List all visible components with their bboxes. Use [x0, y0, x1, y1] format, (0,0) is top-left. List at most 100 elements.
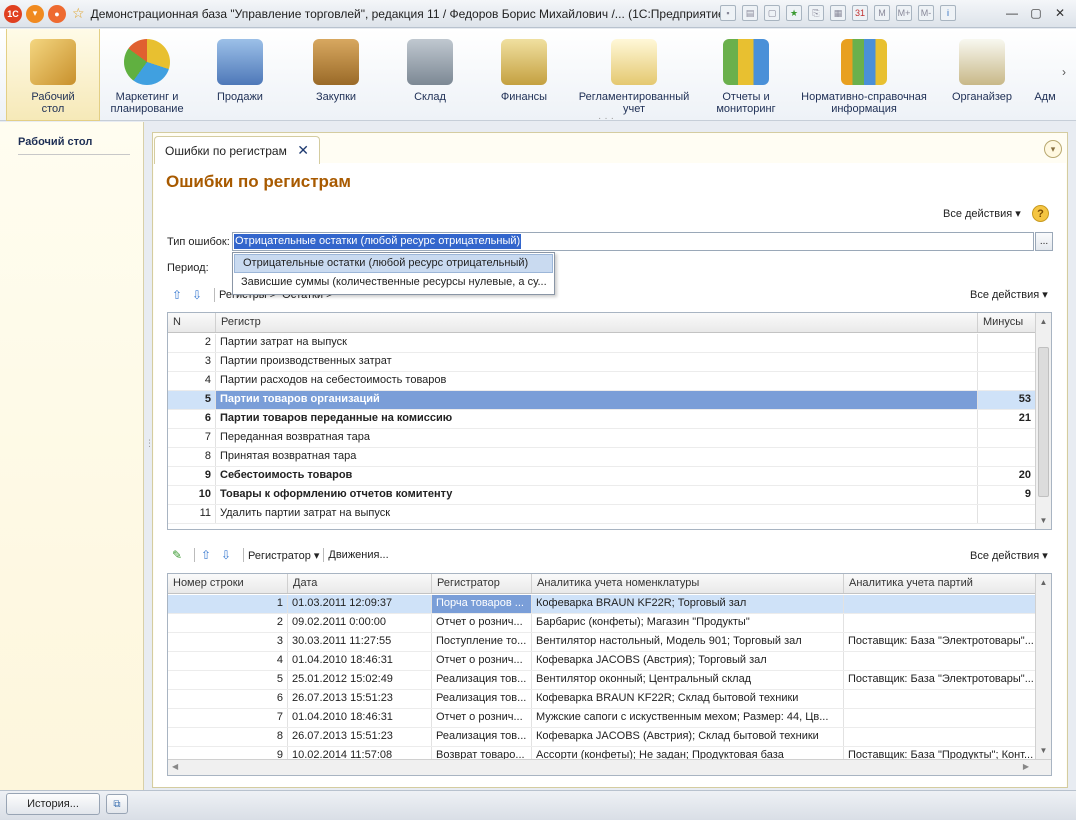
section-desktop[interactable]: Рабочий стол	[6, 29, 100, 121]
move-up-icon[interactable]: ⇧	[199, 548, 213, 562]
error-type-value: Отрицательные остатки (любой ресурс отри…	[234, 234, 522, 249]
section-label: Рабочий стол	[31, 91, 75, 115]
registers-all-actions[interactable]: Все действия ▾	[970, 288, 1048, 301]
move-down-icon[interactable]: ⇩	[190, 288, 204, 302]
dropdown-option[interactable]: Зависшие суммы (количественные ресурсы н…	[233, 274, 554, 293]
main-menu-icon[interactable]: ●	[48, 4, 66, 23]
tabs-collapse-icon[interactable]: ▾	[1044, 140, 1062, 158]
table-row[interactable]: 10 Товары к оформлению отчетов комитенту 9	[168, 486, 1036, 505]
maximize-button[interactable]: ▢	[1024, 3, 1048, 23]
section-reports[interactable]: Отчеты и мониторинг	[706, 29, 786, 121]
dropdown-option[interactable]: Отрицательные остатки (любой ресурс отри…	[234, 254, 553, 273]
registrar-menu[interactable]: Регистратор ▾	[248, 549, 319, 562]
scroll-left-icon[interactable]: ◀	[172, 762, 178, 771]
table-row[interactable]: 8 26.07.2013 15:51:23 Реализация тов... Коф…	[168, 728, 1036, 747]
movements-button[interactable]: Движения...	[328, 549, 388, 561]
calculator-icon[interactable]: ▦	[830, 5, 846, 21]
print-icon[interactable]: ▤	[742, 5, 758, 21]
table-row[interactable]: 6 Партии товаров переданные на комиссию 21	[168, 410, 1036, 429]
favorites-star-icon[interactable]: ☆	[72, 5, 85, 22]
save-icon[interactable]: ▪	[720, 5, 736, 21]
column-header-n[interactable]: N	[168, 313, 216, 332]
table-row[interactable]: 2 09.02.2011 0:00:00 Отчет о рознич... Барб…	[168, 614, 1036, 633]
preview-icon[interactable]: ▢	[764, 5, 780, 21]
scroll-down-icon[interactable]: ▼	[1036, 516, 1051, 525]
section-admin[interactable]: Адм	[1030, 29, 1060, 121]
move-up-icon[interactable]: ⇧	[170, 288, 184, 302]
table-cell: Себестоимость товаров	[216, 467, 978, 485]
close-window-button[interactable]: ✕	[1048, 3, 1072, 23]
nav-item-desktop[interactable]: Рабочий стол	[18, 136, 130, 155]
table-row[interactable]: 4 Партии расходов на себестоимость товаро…	[168, 372, 1036, 391]
section-finance[interactable]: Финансы	[484, 29, 564, 121]
movements-vscroll[interactable]: ▲ ▼	[1035, 574, 1051, 759]
table-cell: Реализация тов...	[432, 671, 532, 689]
table-cell: 25.01.2012 15:02:49	[288, 671, 432, 689]
scroll-up-icon[interactable]: ▲	[1036, 578, 1051, 587]
tab-register-errors[interactable]: Ошибки по регистрам ✕	[154, 136, 320, 164]
table-cell: Партии товаров организаций	[216, 391, 978, 409]
table-cell: 1	[168, 595, 288, 613]
section-purchases[interactable]: Закупки	[296, 29, 376, 121]
close-tab-icon[interactable]: ✕	[297, 142, 309, 159]
history-button[interactable]: История...	[6, 793, 100, 815]
boxes-icon	[313, 39, 359, 85]
registers-vscroll[interactable]: ▲ ▼	[1035, 313, 1051, 529]
table-row[interactable]: 8 Принятая возвратная тара	[168, 448, 1036, 467]
table-cell: 2	[168, 334, 216, 352]
minimize-button[interactable]: —	[1000, 3, 1024, 23]
table-row[interactable]	[168, 524, 1036, 529]
move-down-icon[interactable]: ⇩	[219, 548, 233, 562]
table-row[interactable]: 5 25.01.2012 15:02:49 Реализация тов... Вен…	[168, 671, 1036, 690]
link-icon[interactable]: ⎘	[808, 5, 824, 21]
column-header-line-number[interactable]: Номер строки	[168, 574, 288, 593]
info-icon[interactable]: i	[940, 5, 956, 21]
column-header-register[interactable]: Регистр	[216, 313, 978, 332]
column-header-batches[interactable]: Аналитика учета партий	[844, 574, 1036, 593]
table-row[interactable]: 9 Себестоимость товаров 20	[168, 467, 1036, 486]
table-row[interactable]: 5 Партии товаров организаций 53	[168, 391, 1036, 410]
table-row[interactable]: 2 Партии затрат на выпуск	[168, 334, 1036, 353]
section-reference-info[interactable]: Нормативно-справочная информация	[798, 29, 930, 121]
table-row[interactable]: 7 01.04.2010 18:46:31 Отчет о рознич... Муж…	[168, 709, 1036, 728]
memory-m-icon[interactable]: M	[874, 5, 890, 21]
1c-logo-icon[interactable]: 1С	[4, 4, 22, 23]
windows-list-icon[interactable]: ⧉	[106, 794, 128, 814]
edit-pencil-icon[interactable]: ✎	[170, 548, 184, 562]
table-row[interactable]: 6 26.07.2013 15:51:23 Реализация тов... Коф…	[168, 690, 1036, 709]
section-warehouse[interactable]: Склад	[390, 29, 470, 121]
select-button[interactable]: ...	[1035, 232, 1053, 251]
pie-chart-icon	[124, 39, 170, 85]
section-regulated-accounting[interactable]: Регламентированный учет	[574, 29, 694, 121]
help-icon[interactable]: ?	[1032, 205, 1049, 222]
add-favorite-icon[interactable]: ★	[786, 5, 802, 21]
scroll-thumb[interactable]	[1038, 347, 1049, 497]
section-sales[interactable]: Продажи	[200, 29, 280, 121]
memory-mminus-icon[interactable]: M-	[918, 5, 934, 21]
table-row[interactable]: 7 Переданная возвратная тара	[168, 429, 1036, 448]
section-marketing[interactable]: Маркетинг и планирование	[104, 29, 190, 121]
table-row[interactable]: 11 Удалить партии затрат на выпуск	[168, 505, 1036, 524]
table-cell: 01.04.2010 18:46:31	[288, 709, 432, 727]
movements-hscroll[interactable]: ◀ ▶	[168, 759, 1051, 775]
section-organizer[interactable]: Органайзер	[944, 29, 1020, 121]
column-header-nomenclature[interactable]: Аналитика учета номенклатуры	[532, 574, 844, 593]
calendar-icon[interactable]: 31	[852, 5, 868, 21]
table-row[interactable]: 3 30.03.2011 11:27:55 Поступление то... Вен…	[168, 633, 1036, 652]
memory-mplus-icon[interactable]: M+	[896, 5, 912, 21]
table-row[interactable]: 3 Партии производственных затрат	[168, 353, 1036, 372]
panel-resize-handle[interactable]: ···	[598, 113, 617, 124]
sections-scroll-right-icon[interactable]: ›	[1062, 65, 1066, 79]
table-row[interactable]: 4 01.04.2010 18:46:31 Отчет о рознич... Коф…	[168, 652, 1036, 671]
column-header-date[interactable]: Дата	[288, 574, 432, 593]
menu-down-icon[interactable]: ▾	[26, 4, 44, 23]
scroll-down-icon[interactable]: ▼	[1036, 746, 1051, 755]
table-row[interactable]: 1 01.03.2011 12:09:37 Порча товаров ... Коф…	[168, 595, 1036, 614]
scroll-up-icon[interactable]: ▲	[1036, 317, 1051, 326]
all-actions-menu[interactable]: Все действия ▾	[943, 207, 1021, 220]
error-type-field[interactable]: Отрицательные остатки (любой ресурс отри…	[232, 232, 1034, 251]
column-header-registrar[interactable]: Регистратор	[432, 574, 532, 593]
column-header-minus[interactable]: Минусы	[978, 313, 1036, 332]
movements-all-actions[interactable]: Все действия ▾	[970, 549, 1048, 562]
scroll-right-icon[interactable]: ▶	[1023, 762, 1029, 771]
